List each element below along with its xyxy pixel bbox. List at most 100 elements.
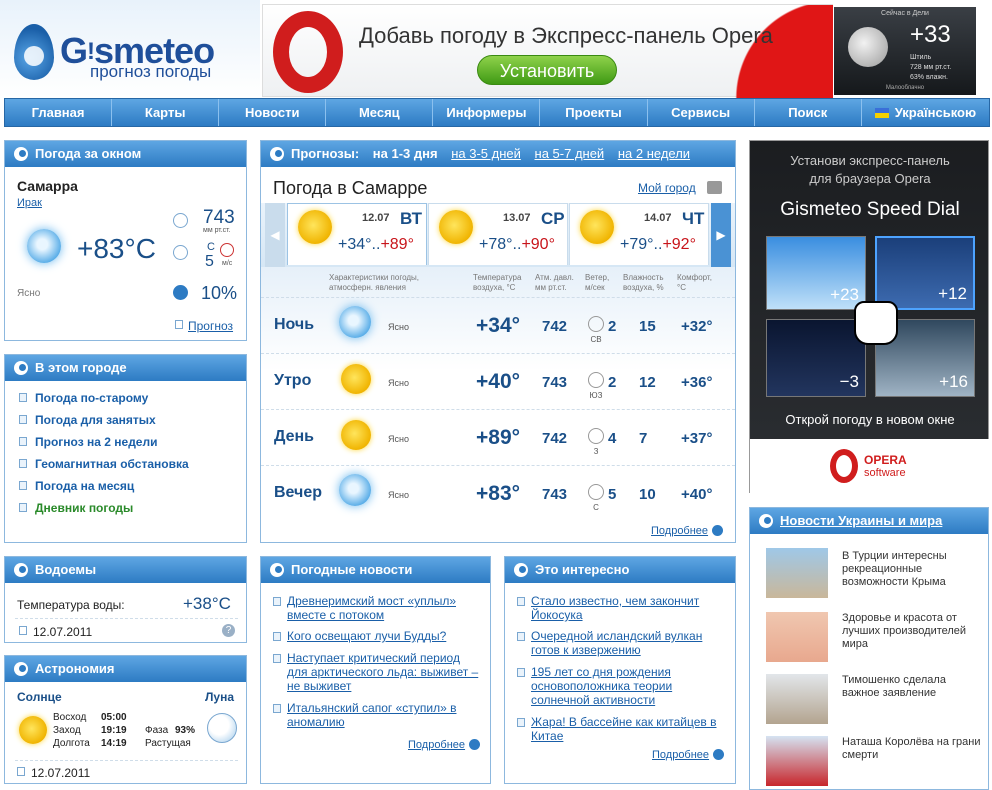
box-title: Водоемы	[5, 557, 246, 583]
tab-3-5-days[interactable]: на 3-5 дней	[451, 146, 521, 161]
logo-subtitle: прогноз погоды	[90, 62, 212, 81]
nav-item-maps[interactable]: Карты	[112, 99, 220, 126]
news-link[interactable]: Очередной исландский вулкан готов к изве…	[531, 629, 726, 657]
moon-label: Луна	[205, 690, 235, 704]
bullet-icon	[517, 718, 525, 727]
tab-2-weeks[interactable]: на 2 недели	[618, 146, 690, 161]
wind-speed: 4	[608, 430, 617, 447]
nav-item-projects[interactable]: Проекты	[540, 99, 648, 126]
opera-banner[interactable]: Добавь погоду в Экспресс-панель Opera Ус…	[262, 4, 833, 98]
speed-dial-ad[interactable]: Установи экспресс-панель для браузера Op…	[749, 140, 990, 493]
news-text[interactable]: Тимошенко сделала важное заявление	[842, 674, 982, 700]
news-link[interactable]: Наступает критический период для арктиче…	[287, 651, 482, 693]
news-thumbnail[interactable]	[766, 612, 828, 662]
opera-logo-icon	[830, 449, 858, 483]
humidity: 15	[639, 318, 656, 335]
daylength-label: Долгота	[53, 738, 90, 749]
city-link[interactable]: Погода на месяц	[35, 479, 134, 493]
bullet-icon	[19, 459, 27, 468]
comfort: +32°	[681, 318, 713, 335]
city-services-box: В этом городе Погода по-старому Погода д…	[4, 354, 247, 543]
nav-item-news[interactable]: Новости	[219, 99, 327, 126]
humidity-drop-icon	[173, 285, 188, 300]
news-text[interactable]: Здоровье и красота от лучших производите…	[842, 612, 982, 651]
water-box: Водоемы Температура воды: +38°C 12.07.20…	[4, 556, 247, 643]
news-text[interactable]: В Турции интересны рекреационные возможн…	[842, 550, 982, 589]
install-button[interactable]: Установить	[477, 55, 617, 85]
nav-item-services[interactable]: Сервисы	[648, 99, 755, 126]
city-link[interactable]: Погода для занятых	[35, 413, 156, 427]
more-link[interactable]: Подробнее	[651, 523, 724, 537]
opera-word: OPERA	[864, 453, 907, 467]
tile-temp: +12	[938, 284, 967, 303]
nav-item-informers[interactable]: Информеры	[433, 99, 541, 126]
forecast-tabs-bar: Прогнозы: на 1-3 дня на 3-5 дней на 5-7 …	[261, 141, 735, 167]
sun-icon	[580, 210, 614, 244]
nav-item-search[interactable]: Поиск	[755, 99, 862, 126]
wind-rose-icon	[588, 372, 604, 388]
news-link[interactable]: Стало известно, чем закончит Йокосука	[531, 594, 726, 622]
city-link[interactable]: Погода по-старому	[35, 391, 148, 405]
mini-weather-widget[interactable]: Сейчас в Дели +33 Штиль 728 мм рт.ст. 63…	[834, 7, 976, 95]
nav-item-ukrainian[interactable]: Українською	[862, 99, 989, 126]
more-link[interactable]: Подробнее	[652, 747, 725, 761]
nav-item-month[interactable]: Месяц	[326, 99, 434, 126]
news-text[interactable]: Наташа Королёва на грани смерти	[842, 736, 982, 762]
period-state: Ясно	[388, 434, 409, 444]
moon-icon	[207, 713, 237, 743]
moon-phase-label: Фаза	[145, 725, 169, 736]
humidity-value: 10%	[201, 283, 238, 303]
day-tab[interactable]: 12.07 ВТ +34°..+89°	[287, 203, 427, 265]
print-icon[interactable]	[707, 181, 722, 194]
day-tab[interactable]: 14.07 ЧТ +79°..+92°	[569, 203, 709, 265]
tile-storm: +12	[875, 236, 975, 310]
wind-rose-icon	[588, 428, 604, 444]
sun-icon	[341, 364, 371, 394]
country-link[interactable]: Ирак	[17, 197, 42, 209]
water-temp-label: Температура воды:	[17, 598, 125, 612]
wind-speed: 2	[608, 374, 617, 391]
news-link[interactable]: 195 лет со дня рождения основоположника …	[531, 665, 726, 707]
wind-rose-icon	[220, 243, 234, 257]
bullet-icon	[19, 415, 27, 424]
box-title[interactable]: Новости Украины и мира	[750, 508, 988, 534]
arrow-circle-icon	[713, 749, 725, 760]
day-tab[interactable]: 13.07 СР +78°..+90°	[428, 203, 568, 265]
bullet-icon	[273, 704, 281, 713]
tab-1-3-days[interactable]: на 1-3 дня	[373, 146, 438, 161]
next-arrow-icon[interactable]: ▶	[711, 203, 731, 267]
city-link[interactable]: Дневник погоды	[35, 501, 133, 515]
pressure-value: 743	[203, 207, 235, 228]
news-link[interactable]: Кого освещают лучи Будды?	[287, 629, 482, 643]
forecast-link[interactable]: Прогноз	[188, 319, 233, 333]
moon-phase-value: 93%	[175, 725, 196, 736]
wind-dir: З	[593, 447, 599, 456]
my-city-link[interactable]: Мой город	[638, 181, 696, 195]
site-logo[interactable]: G!smeteo прогноз погоды	[0, 0, 260, 97]
period-temp: +34°	[476, 314, 521, 337]
news-link[interactable]: Итальянский сапог «ступил» в аномалию	[287, 701, 482, 729]
mini-detail: Штиль	[910, 54, 932, 61]
help-icon[interactable]: ?	[222, 624, 235, 637]
prev-arrow-icon[interactable]: ◀	[265, 203, 285, 267]
box-title: В этом городе	[5, 355, 246, 381]
calendar-icon	[17, 767, 25, 776]
news-link[interactable]: Древнеримский мост «уплыл» вместе с пото…	[287, 594, 482, 622]
sun-icon	[439, 210, 473, 244]
city-link[interactable]: Геомагнитная обстановка	[35, 457, 189, 471]
news-link[interactable]: Жара! В бассейне как китайцев в Китае	[531, 715, 726, 743]
news-thumbnail[interactable]	[766, 736, 828, 786]
news-thumbnail[interactable]	[766, 548, 828, 598]
nav-item-home[interactable]: Главная	[5, 99, 113, 126]
pressure-unit: мм рт.ст.	[203, 227, 231, 234]
news-thumbnail[interactable]	[766, 674, 828, 724]
bullet-icon	[273, 654, 281, 663]
city-link[interactable]: Прогноз на 2 недели	[35, 435, 157, 449]
tab-5-7-days[interactable]: на 5-7 дней	[535, 146, 605, 161]
wind-icon	[173, 245, 188, 260]
period-temp: +89°	[476, 426, 521, 449]
humidity: 7	[639, 430, 648, 447]
mini-detail: 728 мм рт.ст.	[910, 64, 952, 71]
more-link[interactable]: Подробнее	[408, 737, 481, 751]
arrow-circle-icon	[712, 525, 724, 536]
